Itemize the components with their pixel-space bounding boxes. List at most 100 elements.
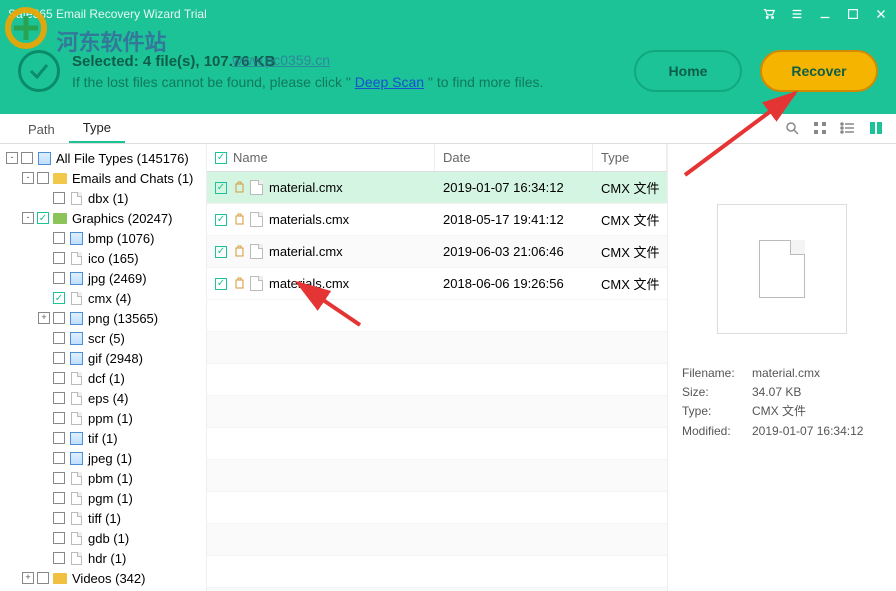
col-date[interactable]: Date [435,144,593,171]
tree-item[interactable]: ico (165) [6,248,206,268]
minimize-icon[interactable] [818,7,832,21]
tree-label: Videos (342) [72,571,145,586]
tree-checkbox[interactable] [53,252,65,264]
tree-item[interactable]: bmp (1076) [6,228,206,248]
tree-label: jpeg (1) [88,451,132,466]
tree-checkbox[interactable] [53,412,65,424]
search-icon[interactable] [784,120,800,136]
tree-label: dbx (1) [88,191,128,206]
type-value: CMX 文件 [752,402,806,421]
tree-item[interactable]: -Graphics (20247) [6,208,206,228]
tree-item[interactable]: + Videos (342) [6,568,206,588]
tree-checkbox[interactable] [53,312,65,324]
tree-item[interactable]: hdr (1) [6,548,206,568]
close-icon[interactable] [874,7,888,21]
status-check-icon [18,50,60,92]
filename-label: Filename: [682,364,752,383]
tree-toggle[interactable]: + [38,312,50,324]
file-row[interactable]: materials.cmx2018-06-06 19:26:56CMX 文件 [207,268,667,300]
tree-item[interactable]: -All File Types (145176) [6,148,206,168]
tree-checkbox[interactable] [53,372,65,384]
deep-scan-link[interactable]: Deep Scan [355,74,424,90]
file-checkbox[interactable] [215,246,227,258]
maximize-icon[interactable] [846,7,860,21]
col-type[interactable]: Type [593,144,667,171]
tree-item[interactable]: pgm (1) [6,488,206,508]
file-date: 2019-06-03 21:06:46 [435,244,593,259]
tree-checkbox[interactable] [53,512,65,524]
recover-button[interactable]: Recover [760,50,878,92]
tree-toggle[interactable]: - [22,172,34,184]
file-row[interactable]: material.cmx2019-01-07 16:34:12CMX 文件 [207,172,667,204]
file-name: materials.cmx [269,276,349,291]
tree-label: gif (2948) [88,351,143,366]
size-label: Size: [682,383,752,402]
tree-item[interactable]: dbx (1) [6,188,206,208]
home-button[interactable]: Home [634,50,742,92]
tree-label: Emails and Chats (1) [72,171,193,186]
tree-checkbox[interactable] [53,392,65,404]
tree-checkbox[interactable] [53,532,65,544]
file-checkbox[interactable] [215,182,227,194]
cart-icon[interactable] [762,7,776,21]
tree-item[interactable]: gdb (1) [6,528,206,548]
file-date: 2018-05-17 19:41:12 [435,212,593,227]
tree-checkbox[interactable] [37,172,49,184]
file-type: CMX 文件 [593,178,667,197]
type-tree[interactable]: -All File Types (145176)-Emails and Chat… [0,144,207,591]
tree-item[interactable]: eps (4) [6,388,206,408]
tab-path[interactable]: Path [14,116,69,143]
file-icon [250,180,263,195]
tree-checkbox[interactable] [53,472,65,484]
tree-toggle[interactable]: - [22,212,34,224]
file-row[interactable]: materials.cmx2018-05-17 19:41:12CMX 文件 [207,204,667,236]
page-icon [68,251,84,265]
tree-checkbox[interactable] [53,452,65,464]
col-name[interactable]: Name [207,144,435,171]
preview-meta: Filename:material.cmx Size:34.07 KB Type… [682,364,882,441]
trash-icon [233,181,246,194]
tree-item[interactable]: tiff (1) [6,508,206,528]
tree-item[interactable]: pbm (1) [6,468,206,488]
filename-value: material.cmx [752,364,820,383]
tree-checkbox[interactable] [53,492,65,504]
file-row[interactable]: material.cmx2019-06-03 21:06:46CMX 文件 [207,236,667,268]
file-icon [250,276,263,291]
tree-item[interactable]: jpeg (1) [6,448,206,468]
hint-pre: If the lost files cannot be found, pleas… [72,74,355,90]
select-all-checkbox[interactable] [215,152,227,164]
tree-checkbox[interactable] [53,192,65,204]
tab-type[interactable]: Type [69,114,125,143]
tree-checkbox[interactable] [53,432,65,444]
file-icon [250,244,263,259]
tree-checkbox[interactable] [53,352,65,364]
tree-checkbox[interactable] [53,552,65,564]
tree-checkbox[interactable] [37,212,49,224]
hint-line: If the lost files cannot be found, pleas… [72,74,634,90]
grid-view-icon[interactable] [812,120,828,136]
tree-item[interactable]: dcf (1) [6,368,206,388]
list-view-icon[interactable] [840,120,856,136]
tree-item[interactable]: +png (13565) [6,308,206,328]
menu-icon[interactable] [790,7,804,21]
tree-checkbox[interactable] [37,572,49,584]
tree-checkbox[interactable] [53,332,65,344]
tree-checkbox[interactable] [53,292,65,304]
tree-checkbox[interactable] [53,272,65,284]
tree-item[interactable]: jpg (2469) [6,268,206,288]
page-icon [68,551,84,565]
tree-checkbox[interactable] [21,152,33,164]
tree-item[interactable]: gif (2948) [6,348,206,368]
tree-item[interactable]: ppm (1) [6,408,206,428]
detail-view-icon[interactable] [868,120,884,136]
tree-item[interactable]: tif (1) [6,428,206,448]
tree-item[interactable]: - Emails and Chats (1) [6,168,206,188]
file-checkbox[interactable] [215,214,227,226]
tree-toggle[interactable]: - [6,152,18,164]
tree-toggle[interactable]: + [22,572,34,584]
tree-item[interactable]: scr (5) [6,328,206,348]
tree-item[interactable]: cmx (4) [6,288,206,308]
file-checkbox[interactable] [215,278,227,290]
type-icon [68,311,84,325]
tree-checkbox[interactable] [53,232,65,244]
